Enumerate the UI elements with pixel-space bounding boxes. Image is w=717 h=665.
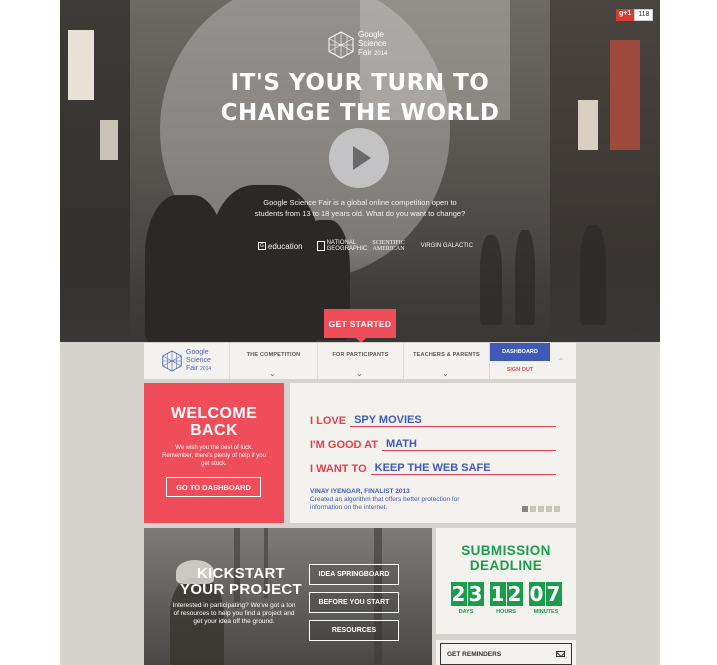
google-plus-share[interactable]: g+1 118 — [616, 9, 654, 21]
nav-logo[interactable]: Google Science Fair 2014 — [144, 343, 230, 379]
google-plus-button[interactable]: g+1 — [616, 9, 635, 21]
get-started-button[interactable]: GET STARTED — [324, 309, 396, 342]
mail-icon — [556, 651, 565, 657]
countdown-minutes: 0 7 — [528, 582, 562, 606]
nav-item-teachers-parents[interactable]: TEACHERS & PARENTS ⌄ — [404, 343, 490, 379]
nav-dashboard-group: DASHBOARD SIGN OUT — [490, 343, 550, 379]
madlib-line-love: I LOVE SPY MOVIES — [310, 403, 556, 427]
madlib-line-want-to: I WANT TO KEEP THE WEB SAFE — [310, 451, 556, 475]
google-for-education-logo: G education — [258, 241, 303, 251]
countdown-timer: 2 3 1 2 0 7 — [436, 582, 576, 606]
national-geographic-logo: NATIONAL GEOGRAPHIC — [316, 240, 367, 252]
submission-deadline-panel: SUBMISSION DEADLINE 2 3 1 2 0 7 DAYS HOU… — [436, 528, 576, 634]
scientific-american-logo: SCIENTIFIC AMERICAN — [372, 240, 405, 252]
gsf-hexagon-icon — [162, 350, 182, 372]
carousel-dots — [522, 506, 560, 512]
welcome-message: We wish you the best of luck. Remember, … — [162, 445, 266, 467]
carousel-dot[interactable] — [522, 506, 528, 512]
carousel-dot[interactable] — [530, 506, 536, 512]
nav-item-competition[interactable]: THE COMPETITION ⌄ — [230, 343, 318, 379]
get-reminders-button[interactable]: GET REMINDERS — [440, 643, 572, 665]
finalist-carousel: I LOVE SPY MOVIES I'M GOOD AT MATH I WAN… — [290, 383, 576, 523]
go-to-dashboard-button[interactable]: GO TO DASHBOARD — [166, 477, 261, 497]
carousel-dot[interactable] — [546, 506, 552, 512]
finalist-info: VINAY IYENGAR, FINALIST 2013 Created an … — [310, 488, 556, 512]
chevron-down-icon: ⌄ — [356, 371, 363, 378]
hero-banner: g+1 118 Google Science Fair 2014 IT'S YO… — [60, 0, 660, 342]
deadline-title: SUBMISSION DEADLINE — [461, 543, 551, 573]
carousel-dot[interactable] — [554, 506, 560, 512]
gsf-hexagon-icon — [328, 30, 354, 59]
countdown-days: 2 3 — [450, 582, 484, 606]
virgin-galactic-logo: VIRGIN GALACTIC — [420, 243, 473, 249]
sign-out-link[interactable]: SIGN OUT — [490, 361, 550, 379]
hero-title: IT'S YOUR TURN TO CHANGE THE WORLD — [220, 70, 500, 126]
kickstart-message: Interested in participating? We've got a… — [172, 602, 296, 625]
welcome-title: WELCOME BACK — [170, 405, 258, 439]
kickstart-title: KICKSTART YOUR PROJECT — [180, 565, 302, 598]
nav-item-participants[interactable]: FOR PARTICIPANTS ⌄ — [318, 343, 404, 379]
collapse-up-icon[interactable]: ⌃ — [550, 343, 572, 379]
page: g+1 118 Google Science Fair 2014 IT'S YO… — [60, 0, 660, 665]
play-video-button[interactable] — [329, 128, 389, 188]
finalist-description: Created an algorithm that offers better … — [310, 496, 460, 511]
reminders-panel: GET REMINDERS — [436, 640, 576, 665]
finalist-name: VINAY IYENGAR, FINALIST 2013 — [310, 488, 410, 495]
carousel-dot[interactable] — [538, 506, 544, 512]
welcome-panel: WELCOME BACK We wish you the best of luc… — [144, 383, 284, 523]
main-nav: Google Science Fair 2014 THE COMPETITION… — [144, 343, 576, 379]
countdown-hours: 1 2 — [489, 582, 523, 606]
before-you-start-button[interactable]: BEFORE YOU START — [309, 592, 399, 613]
hero-description: Google Science Fair is a global online c… — [254, 198, 466, 218]
resources-button[interactable]: RESOURCES — [309, 620, 399, 641]
chevron-down-icon: ⌄ — [442, 371, 449, 378]
idea-springboard-button[interactable]: IDEA SPRINGBOARD — [309, 564, 399, 585]
chevron-down-icon: ⌄ — [269, 371, 276, 378]
kickstart-panel: KICKSTART YOUR PROJECT Interested in par… — [144, 528, 432, 665]
share-count: 118 — [634, 9, 654, 21]
madlib-line-good-at: I'M GOOD AT MATH — [310, 427, 556, 451]
hero-logo[interactable]: Google Science Fair 2014 — [328, 30, 387, 59]
partner-logos: G education NATIONAL GEOGRAPHIC SCIENTIF… — [258, 240, 473, 252]
dashboard-link[interactable]: DASHBOARD — [490, 343, 550, 361]
countdown-labels: DAYS HOURS MINUTES — [458, 609, 559, 615]
